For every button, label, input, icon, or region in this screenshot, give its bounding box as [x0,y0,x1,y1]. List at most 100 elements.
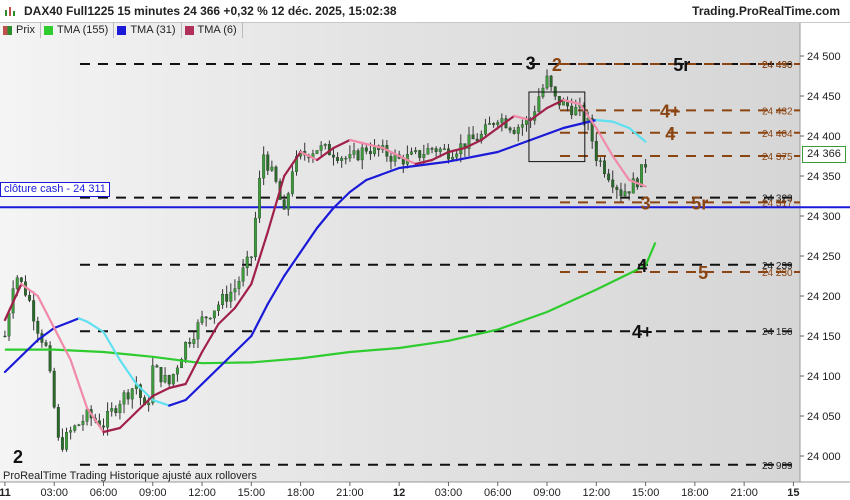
candle-body [65,432,68,450]
candle-body [60,437,64,450]
candle-body [319,145,323,151]
candle-body [171,374,175,385]
candle-body [155,365,159,368]
candle-body [192,338,196,344]
y-tick-label: 24 400 [807,131,841,143]
y-tick-label: 24 000 [807,451,841,463]
candle-body [175,367,179,375]
candle-body [336,157,340,161]
candle-body [496,122,500,125]
brown-level-label: 24 375 [762,152,793,163]
candle-body [598,160,602,162]
candle-body [110,408,114,412]
x-tick-label: 12:00 [583,487,611,499]
candle-body [471,134,475,140]
candle-body [19,277,23,282]
candle-body [262,154,266,179]
y-tick-label: 24 300 [807,211,841,223]
legend-swatch [3,25,12,35]
candle-body [438,148,442,152]
wave-label-brown: 4+ [660,101,681,121]
x-tick-label: 21:00 [336,487,364,499]
candle-body [549,75,553,87]
x-tick-label: 12:00 [188,487,216,499]
candle-body [229,291,233,302]
candle-body [500,118,504,123]
chart-icon [5,7,15,16]
candle-body [245,256,249,269]
chart-window: { "header": { "title": "DAX40 Full1225 1… [0,0,850,500]
candle-body [340,158,344,161]
legend-label: TMA (155) [56,24,109,36]
candle-body [147,402,151,406]
brown-level-label: 24 490 [762,60,793,71]
candle-body [196,322,200,340]
level-label: 24 156 [762,327,793,338]
wave-label: 4+ [632,322,653,342]
x-tick-label: 11 [0,487,11,499]
candle-body [348,154,352,159]
x-tick-label: 18:00 [287,487,315,499]
y-tick-label: 24 150 [807,331,841,343]
x-tick-label: 15:00 [238,487,266,499]
indicator-legend: Prix TMA (155) TMA (31) TMA (6) [0,22,243,38]
candle-body [644,164,648,168]
wave-label-brown: 5 [698,263,708,283]
candle-body [619,189,623,196]
brown-level-label: 24 404 [762,129,793,140]
candle-body [52,370,56,408]
candle-body [159,367,163,383]
candle-body [451,156,455,160]
wave-label: 4 [637,256,647,276]
candle-body [537,96,541,112]
candle-body [241,267,245,282]
candle-body [488,123,491,125]
chart-header: DAX40 Full1225 15 minutes 24 366 +0,32 %… [0,0,850,23]
candle-body [455,153,459,158]
candle-body [3,335,7,338]
x-tick-label: 09:00 [139,487,167,499]
candle-body [208,317,212,320]
x-tick-label: 15 [787,487,799,499]
candle-body [615,186,619,190]
candle-body [163,375,167,383]
candle-body [204,316,208,319]
candle-body [77,424,81,426]
legend-item-tma6[interactable]: TMA (6) [182,22,243,38]
wave-label: 2 [13,447,23,467]
brown-level-label: 24 432 [762,106,793,117]
candle-body [44,342,48,346]
candle-body [368,151,372,155]
candle-body [258,177,261,219]
candle-body [516,127,520,134]
candle-body [492,123,496,125]
wave-label: 5r [673,55,690,75]
candle-body [274,166,278,182]
legend-label: Prix [16,24,35,36]
candle-body [221,294,225,306]
candle-body [364,147,368,152]
candle-body [607,173,611,181]
candle-body [512,129,516,134]
candle-body [434,148,438,152]
candle-body [418,150,422,158]
candle-body [574,106,578,116]
candle-body [483,124,487,135]
y-tick-label: 24 200 [807,291,841,303]
candle-body [130,388,134,400]
candle-body [508,127,512,131]
candle-body [15,277,19,289]
candle-body [389,156,393,162]
legend-swatch [184,25,194,35]
candle-body [32,300,36,322]
candle-body [36,320,40,334]
price-chart[interactable]: 24 00024 05024 10024 15024 20024 25024 3… [0,0,850,500]
candle-body [290,171,294,194]
candle-body [253,217,257,258]
candle-body [414,150,418,152]
legend-item-tma31[interactable]: TMA (31) [114,22,182,38]
candle-body [332,154,335,158]
legend-item-tma155[interactable]: TMA (155) [41,22,115,38]
y-tick-label: 24 100 [807,371,841,383]
legend-item-prix[interactable]: Prix [0,22,41,38]
